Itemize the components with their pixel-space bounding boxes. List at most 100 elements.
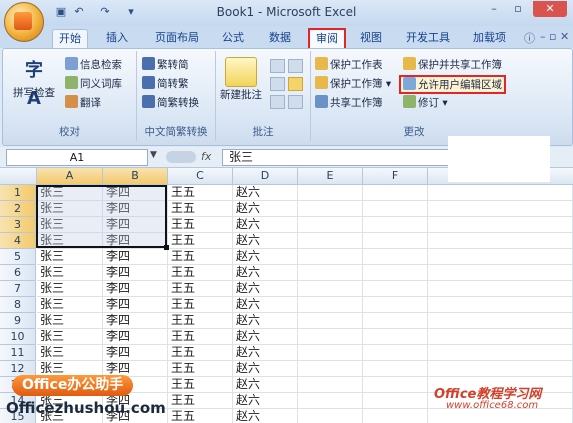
sheet-cell[interactable] bbox=[428, 297, 573, 313]
to-traditional-button[interactable]: 简转繁 bbox=[142, 76, 189, 91]
sheet-cell[interactable]: 李四 bbox=[103, 233, 168, 249]
sheet-cell[interactable]: 李四 bbox=[103, 185, 168, 201]
row-header[interactable]: 3 bbox=[0, 217, 36, 233]
sheet-cell[interactable] bbox=[363, 233, 428, 249]
name-box[interactable]: A1 bbox=[6, 149, 148, 166]
sheet-cell[interactable]: 赵六 bbox=[233, 377, 298, 393]
row-header[interactable]: 2 bbox=[0, 201, 36, 217]
previous-comment-icon[interactable] bbox=[270, 59, 285, 73]
row-header[interactable]: 6 bbox=[0, 265, 36, 281]
sheet-cell[interactable] bbox=[298, 377, 363, 393]
minimize-button[interactable]: – bbox=[483, 1, 505, 17]
sheet-cell[interactable]: 王五 bbox=[168, 201, 233, 217]
sheet-cell[interactable]: 王五 bbox=[168, 281, 233, 297]
sheet-cell[interactable]: 张三 bbox=[37, 329, 103, 345]
column-header[interactable]: D bbox=[233, 168, 298, 185]
sheet-cell[interactable] bbox=[363, 361, 428, 377]
sheet-cell[interactable]: 李四 bbox=[103, 201, 168, 217]
row-header[interactable]: 7 bbox=[0, 281, 36, 297]
sheet-cell[interactable] bbox=[298, 265, 363, 281]
tab-insert[interactable]: 插入 bbox=[100, 29, 134, 47]
redo-icon[interactable]: ↷ bbox=[98, 5, 112, 19]
sheet-cell[interactable]: 王五 bbox=[168, 409, 233, 423]
protect-sheet-button[interactable]: 保护工作表 bbox=[315, 57, 383, 72]
row-header[interactable]: 1 bbox=[0, 185, 36, 201]
sheet-cell[interactable]: 王五 bbox=[168, 361, 233, 377]
sheet-cell[interactable]: 赵六 bbox=[233, 265, 298, 281]
sheet-cell[interactable] bbox=[428, 361, 573, 377]
sheet-cell[interactable]: 赵六 bbox=[233, 345, 298, 361]
sheet-cell[interactable] bbox=[363, 297, 428, 313]
sheet-cell[interactable]: 赵六 bbox=[233, 201, 298, 217]
sheet-cell[interactable]: 李四 bbox=[103, 217, 168, 233]
sheet-cell[interactable] bbox=[298, 217, 363, 233]
convert-button[interactable]: 简繁转换 bbox=[142, 95, 199, 110]
tab-review[interactable]: 审阅 bbox=[308, 28, 346, 50]
show-comment-icon[interactable] bbox=[270, 77, 285, 91]
save-icon[interactable]: ▣ bbox=[54, 5, 68, 19]
sheet-cell[interactable] bbox=[298, 393, 363, 409]
row-header[interactable]: 4 bbox=[0, 233, 36, 249]
column-header[interactable]: A bbox=[37, 168, 103, 185]
formula-bar-handle[interactable] bbox=[166, 151, 196, 163]
sheet-cell[interactable] bbox=[363, 217, 428, 233]
next-comment-icon[interactable] bbox=[288, 59, 303, 73]
track-changes-button[interactable]: 修订 ▾ bbox=[403, 95, 448, 110]
column-header[interactable]: C bbox=[168, 168, 233, 185]
sheet-cell[interactable] bbox=[428, 249, 573, 265]
sheet-cell[interactable]: 李四 bbox=[103, 329, 168, 345]
protect-share-button[interactable]: 保护并共享工作簿 bbox=[403, 57, 502, 72]
sheet-cell[interactable] bbox=[298, 409, 363, 423]
show-all-comments-icon[interactable] bbox=[288, 77, 303, 91]
sheet-cell[interactable]: 李四 bbox=[103, 281, 168, 297]
column-header[interactable]: F bbox=[363, 168, 428, 185]
sheet-cell[interactable] bbox=[428, 345, 573, 361]
sheet-cell[interactable] bbox=[298, 345, 363, 361]
tab-view[interactable]: 视图 bbox=[354, 29, 388, 47]
sheet-cell[interactable]: 张三 bbox=[37, 297, 103, 313]
thesaurus-button[interactable]: 同义词库 bbox=[65, 76, 122, 91]
row-header[interactable]: 5 bbox=[0, 249, 36, 265]
sheet-cell[interactable]: 王五 bbox=[168, 297, 233, 313]
sheet-cell[interactable]: 赵六 bbox=[233, 217, 298, 233]
delete-comment-icon[interactable] bbox=[270, 95, 285, 109]
research-button[interactable]: 信息检索 bbox=[65, 57, 122, 72]
sheet-cell[interactable] bbox=[428, 233, 573, 249]
sheet-cell[interactable]: 赵六 bbox=[233, 249, 298, 265]
column-header[interactable]: B bbox=[103, 168, 168, 185]
sheet-cell[interactable]: 赵六 bbox=[233, 185, 298, 201]
sheet-cell[interactable]: 李四 bbox=[103, 313, 168, 329]
sheet-cell[interactable] bbox=[428, 217, 573, 233]
sheet-cell[interactable]: 张三 bbox=[37, 281, 103, 297]
help-icon[interactable]: ⓘ bbox=[524, 30, 535, 46]
sheet-cell[interactable] bbox=[298, 297, 363, 313]
sheet-cell[interactable]: 张三 bbox=[37, 233, 103, 249]
sheet-cell[interactable]: 张三 bbox=[37, 249, 103, 265]
sheet-cell[interactable] bbox=[428, 281, 573, 297]
maximize-button[interactable]: ▫ bbox=[507, 1, 529, 17]
sheet-cell[interactable]: 张三 bbox=[37, 217, 103, 233]
allow-users-edit-button[interactable]: 允许用户编辑区域 bbox=[399, 75, 506, 94]
sheet-cell[interactable]: 王五 bbox=[168, 329, 233, 345]
sheet-cell[interactable]: 赵六 bbox=[233, 281, 298, 297]
sheet-cell[interactable] bbox=[298, 361, 363, 377]
sheet-cell[interactable] bbox=[363, 329, 428, 345]
sheet-cell[interactable] bbox=[428, 313, 573, 329]
sheet-cell[interactable] bbox=[428, 409, 573, 423]
share-workbook-button[interactable]: 共享工作簿 bbox=[315, 95, 383, 110]
new-comment-button[interactable]: 新建批注 bbox=[220, 57, 262, 102]
sheet-cell[interactable] bbox=[298, 313, 363, 329]
show-ink-icon[interactable] bbox=[288, 95, 303, 109]
tab-home[interactable]: 开始 bbox=[52, 29, 88, 48]
close-button[interactable]: ✕ bbox=[533, 1, 567, 17]
sheet-cell[interactable]: 张三 bbox=[37, 345, 103, 361]
sheet-cell[interactable]: 李四 bbox=[103, 265, 168, 281]
translate-button[interactable]: 翻译 bbox=[65, 95, 101, 110]
sheet-cell[interactable] bbox=[298, 201, 363, 217]
sheet-cell[interactable] bbox=[363, 409, 428, 423]
column-header[interactable]: E bbox=[298, 168, 363, 185]
tab-addins[interactable]: 加载项 bbox=[467, 29, 512, 47]
sheet-cell[interactable] bbox=[428, 329, 573, 345]
sheet-cell[interactable]: 张三 bbox=[37, 201, 103, 217]
sheet-cell[interactable] bbox=[428, 185, 573, 201]
